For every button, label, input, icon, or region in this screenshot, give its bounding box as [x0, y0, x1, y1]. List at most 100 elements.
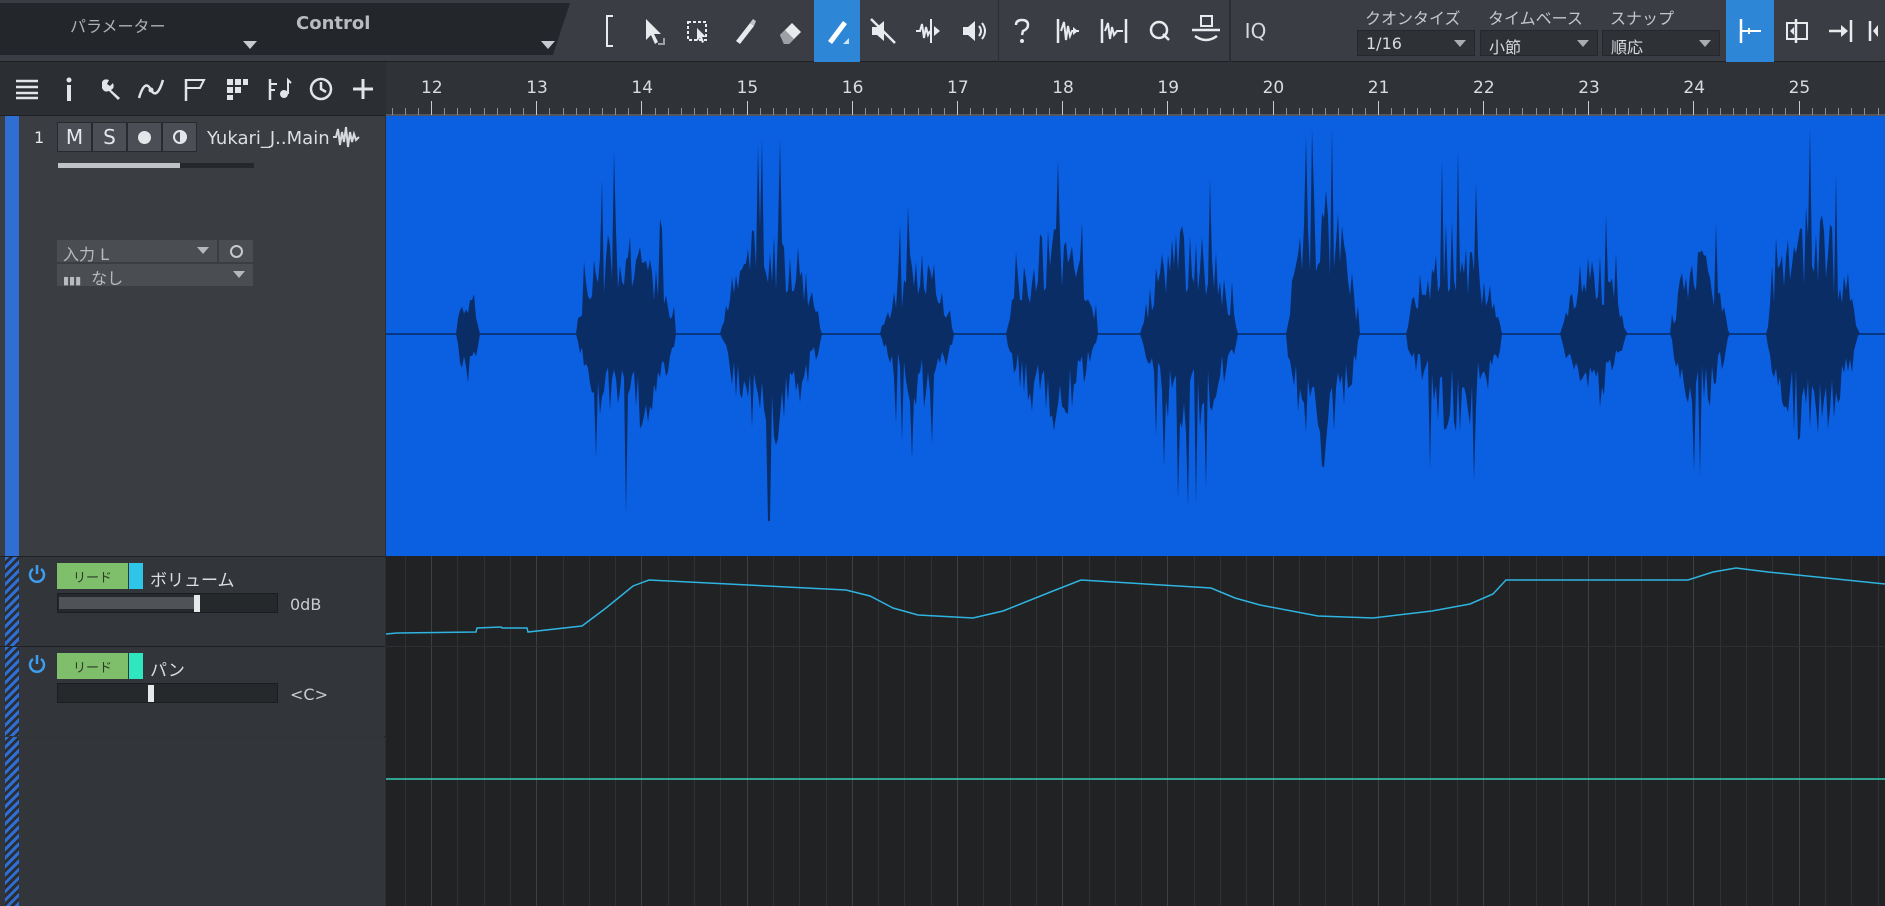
- bar-tick: [1693, 101, 1695, 115]
- lane-mode-button[interactable]: リード: [57, 653, 128, 679]
- marker-flag-icon[interactable]: [174, 69, 216, 109]
- beat-tick: [1851, 108, 1853, 115]
- lane-value: 0dB: [290, 595, 322, 614]
- input-value: 入力 L: [63, 245, 110, 264]
- beat-tick: [1035, 108, 1037, 115]
- automation-lane-header[interactable]: リード パン <C>: [0, 646, 385, 736]
- mute-button[interactable]: M: [57, 122, 92, 152]
- beat-tick: [1285, 108, 1287, 115]
- beat-tick: [1535, 108, 1537, 115]
- beat-tick: [878, 108, 880, 115]
- beat-tick: [1522, 108, 1524, 115]
- arrow-tool-icon[interactable]: [630, 0, 676, 62]
- bars-icon: ▮▮▮: [63, 274, 82, 287]
- volume-envelope[interactable]: [386, 567, 1885, 635]
- lane-mode-button[interactable]: リード: [57, 563, 128, 589]
- chevron-down-icon: [1577, 40, 1589, 47]
- beat-tick: [1154, 108, 1156, 115]
- audiobend-split-icon[interactable]: [1091, 0, 1137, 62]
- chord-track-icon[interactable]: [216, 69, 258, 109]
- automation-area[interactable]: [386, 556, 1885, 906]
- power-icon[interactable]: [26, 563, 50, 587]
- tempo-clock-icon[interactable]: [300, 69, 342, 109]
- output-select[interactable]: ▮▮▮ なし: [57, 264, 253, 288]
- waveform-icon[interactable]: [332, 124, 360, 150]
- track-volume-fill: [58, 163, 180, 168]
- record-icon: [138, 130, 151, 144]
- chevron-down-icon: [233, 271, 245, 278]
- beat-tick: [904, 108, 906, 115]
- bar-tick: [1377, 101, 1379, 115]
- split-tool-icon[interactable]: [722, 0, 768, 62]
- beat-tick: [1772, 108, 1774, 115]
- bar-tick: [1483, 101, 1484, 115]
- parameter-dropdown-icon[interactable]: [243, 41, 257, 49]
- snap-cursor-icon[interactable]: [1820, 0, 1862, 62]
- beat-tick: [667, 108, 669, 115]
- range-bracket-icon[interactable]: [590, 0, 630, 62]
- automation-curve-icon[interactable]: [132, 69, 174, 109]
- beat-tick: [1706, 108, 1708, 115]
- bar-tick: [1062, 101, 1064, 115]
- transient-detect-icon[interactable]: [1045, 0, 1091, 62]
- track-row[interactable]: 1 M S Yukari_J..Main 入力 L ▮▮▮ なし: [0, 116, 385, 607]
- wrench-icon[interactable]: [90, 69, 132, 109]
- power-icon[interactable]: [26, 653, 50, 677]
- monitor-button[interactable]: [162, 122, 197, 152]
- beat-tick: [1824, 108, 1826, 115]
- quantize-icon[interactable]: [1137, 0, 1183, 62]
- audio-event[interactable]: [386, 116, 1885, 556]
- slider-knob[interactable]: [147, 685, 154, 702]
- solo-button[interactable]: S: [92, 122, 127, 152]
- beat-tick: [1259, 108, 1261, 115]
- input-select[interactable]: 入力 L: [57, 240, 217, 264]
- inspector-icon[interactable]: [48, 69, 90, 109]
- slider-knob[interactable]: [193, 595, 200, 612]
- track-volume-meter[interactable]: [58, 163, 254, 168]
- beat-tick: [1509, 108, 1511, 115]
- iq-button[interactable]: IQ: [1230, 0, 1280, 62]
- snap-more-icon[interactable]: [1862, 0, 1885, 62]
- eraser-tool-icon[interactable]: [768, 0, 814, 62]
- control-label[interactable]: Control: [296, 13, 370, 34]
- scratch-pad-icon[interactable]: [258, 69, 300, 109]
- snap-select[interactable]: 順応: [1602, 30, 1720, 57]
- quantize-select[interactable]: 1/16: [1357, 30, 1475, 56]
- beat-tick: [786, 108, 788, 115]
- beat-tick: [996, 108, 998, 115]
- chevron-down-icon: [1454, 40, 1466, 47]
- beat-tick: [444, 108, 446, 115]
- beat-tick: [1667, 108, 1669, 115]
- track-name[interactable]: Yukari_J..Main: [207, 128, 330, 149]
- beat-tick: [1601, 108, 1603, 115]
- help-icon[interactable]: [999, 0, 1045, 62]
- timeline-ruler[interactable]: 12 13 14 15 16 17 18 19 20 21 22 23 24 25: [386, 62, 1885, 117]
- add-track-icon[interactable]: [342, 69, 384, 109]
- snap-events-icon[interactable]: [1776, 0, 1818, 62]
- input-monitor-button[interactable]: [219, 240, 253, 262]
- listen-tool-icon[interactable]: [952, 0, 998, 62]
- timebase-select[interactable]: 小節: [1480, 30, 1598, 57]
- beat-tick: [1548, 108, 1550, 115]
- bar-tick: [1798, 101, 1800, 115]
- volume-slider[interactable]: [57, 593, 278, 613]
- automation-lane-header[interactable]: リード ボリューム 0dB: [0, 556, 385, 646]
- mute-tool-icon[interactable]: [860, 0, 906, 62]
- bend-tool-icon[interactable]: [906, 0, 952, 62]
- beat-tick: [1785, 108, 1787, 115]
- beat-tick: [1022, 108, 1024, 115]
- control-dropdown-icon[interactable]: [541, 41, 555, 49]
- pan-slider[interactable]: [57, 683, 278, 703]
- range-tool-icon[interactable]: [676, 0, 722, 62]
- lane-stripes: [5, 737, 19, 906]
- beat-tick: [1864, 108, 1866, 115]
- bar-tick: [746, 101, 748, 115]
- paint-tool-icon[interactable]: [814, 0, 860, 62]
- groove-icon[interactable]: [1183, 0, 1229, 62]
- record-arm-button[interactable]: [127, 122, 162, 152]
- lane-color-swatch: [129, 653, 143, 679]
- track-list-icon[interactable]: [6, 69, 48, 109]
- bar-number: 24: [1683, 78, 1706, 98]
- snap-to-grid-icon[interactable]: [1726, 0, 1774, 62]
- beat-tick: [733, 108, 735, 115]
